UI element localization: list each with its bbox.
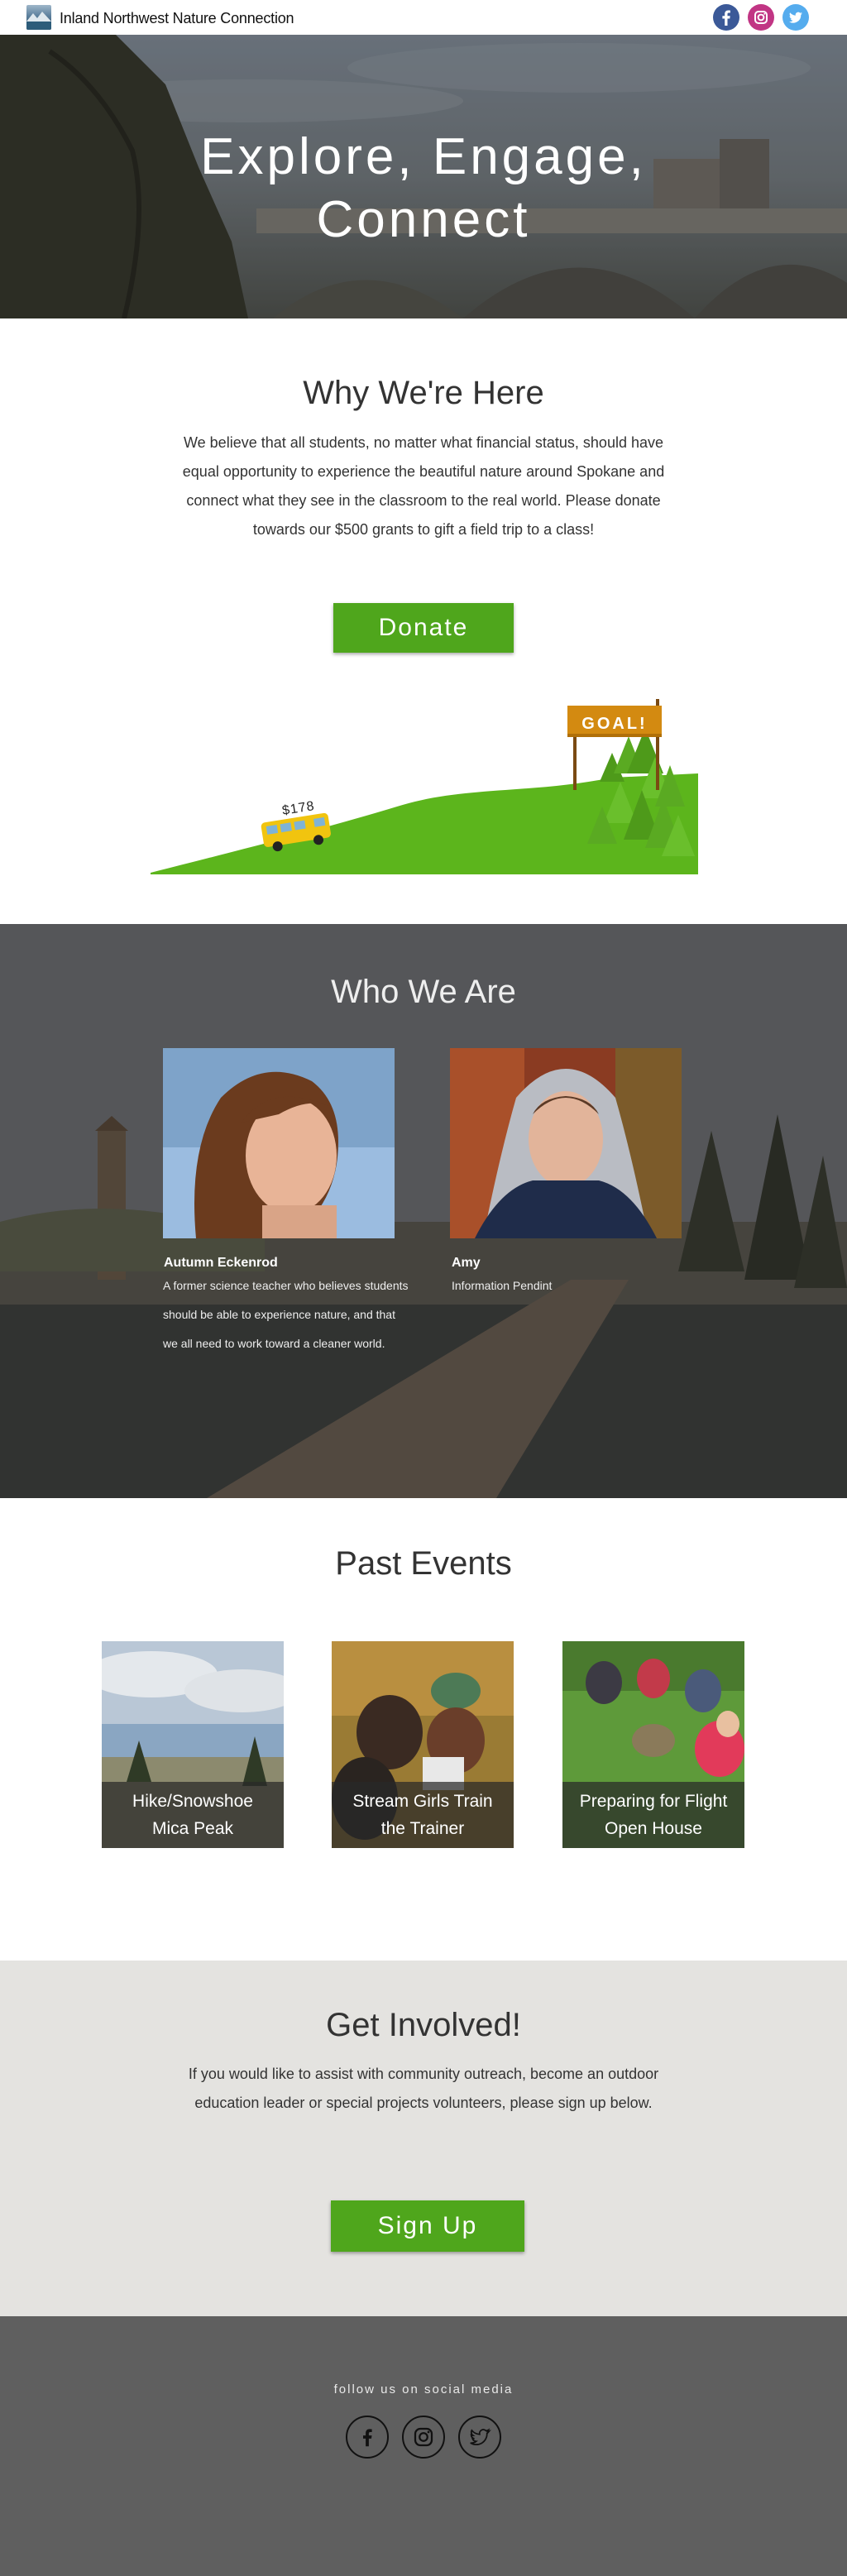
get-involved-section: Get Involved! If you would like to assis… — [0, 1961, 847, 2316]
top-bar: Inland Northwest Nature Connection — [0, 0, 847, 35]
event-label: Preparing for Flight Open House — [562, 1782, 744, 1848]
instagram-icon[interactable] — [748, 4, 774, 31]
event-label: Hike/Snowshoe Mica Peak — [102, 1782, 284, 1848]
twitter-icon[interactable] — [782, 4, 809, 31]
member-name: Autumn Eckenrod — [164, 1256, 278, 1270]
donation-progress-graphic: GOAL! $178 — [149, 691, 698, 877]
footer-social-links — [346, 2416, 501, 2459]
member-bio: Information Pendint — [452, 1279, 553, 1292]
events-section-title: Past Events — [335, 1545, 512, 1582]
involved-section-title: Get Involved! — [326, 2007, 521, 2043]
hero-title-line-2: Connect — [316, 191, 531, 248]
footer: follow us on social media — [0, 2316, 847, 2576]
why-section-text: We believe that all students, no matter … — [182, 434, 665, 538]
event-label: Stream Girls Train the Trainer — [332, 1782, 514, 1848]
why-section-title: Why We're Here — [303, 375, 544, 411]
member-photo-amy — [450, 1048, 682, 1238]
hero-banner: Explore, Engage, Connect — [0, 35, 847, 318]
brand-name[interactable]: Inland Northwest Nature Connection — [60, 10, 294, 27]
event-card[interactable]: Hike/Snowshoe Mica Peak — [102, 1641, 284, 1848]
event-card[interactable]: Stream Girls Train the Trainer — [332, 1641, 514, 1848]
facebook-icon[interactable] — [713, 4, 739, 31]
hero-title-line-1: Explore, Engage, — [200, 128, 647, 185]
follow-social-text: follow us on social media — [333, 2382, 514, 2396]
mountain-lake-logo[interactable] — [26, 5, 51, 30]
donate-button[interactable]: Donate — [333, 603, 514, 653]
twitter-icon[interactable] — [458, 2416, 501, 2459]
member-photo-autumn — [163, 1048, 395, 1238]
event-card[interactable]: Preparing for Flight Open House — [562, 1641, 744, 1848]
member-name: Amy — [452, 1256, 481, 1270]
who-section-title: Who We Are — [331, 974, 516, 1010]
who-we-are-section: Who We Are Autumn Eckenrod A former scie… — [0, 924, 847, 1498]
sign-up-button[interactable]: Sign Up — [331, 2200, 524, 2252]
goal-label: GOAL! — [581, 715, 647, 733]
header-social-links — [713, 4, 809, 31]
involved-section-text: If you would like to assist with communi… — [188, 2066, 659, 2111]
progress-hill — [151, 773, 698, 874]
facebook-icon[interactable] — [346, 2416, 389, 2459]
hero-title: Explore, Engage, Connect — [0, 126, 847, 251]
instagram-icon[interactable] — [402, 2416, 445, 2459]
member-bio: A former science teacher who believes st… — [163, 1279, 409, 1350]
